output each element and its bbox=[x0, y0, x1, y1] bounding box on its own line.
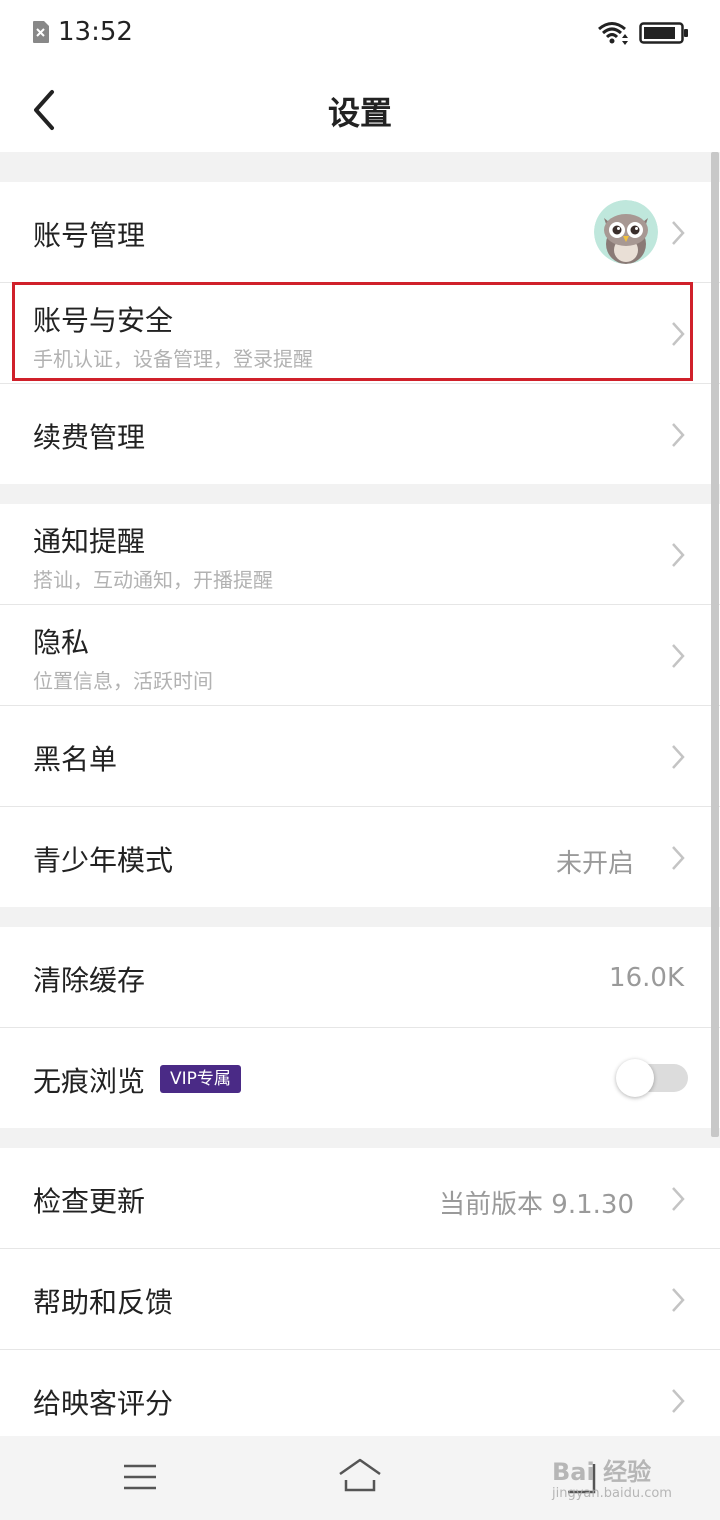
current-version: 当前版本 9.1.30 bbox=[439, 1190, 634, 1220]
chevron-right-icon bbox=[672, 1187, 685, 1211]
toggle-knob bbox=[616, 1059, 654, 1097]
menu-icon[interactable] bbox=[122, 1462, 158, 1492]
account-security-row[interactable]: 账号与安全 手机认证，设备管理，登录提醒 bbox=[0, 283, 720, 384]
battery-icon bbox=[639, 22, 688, 44]
chevron-right-icon bbox=[672, 846, 685, 870]
settings-group-account: 账号管理 账号与安全 手机认证，设备管理，登录提醒 续费管理 bbox=[0, 182, 720, 484]
row-title: 账号与安全 bbox=[33, 304, 174, 337]
settings-group-storage: 清除缓存 16.0K 无痕浏览 VIP专属 bbox=[0, 927, 720, 1128]
row-title: 隐私 bbox=[33, 626, 90, 659]
row-title: 青少年模式 bbox=[33, 844, 174, 877]
privacy-row[interactable]: 隐私 位置信息，活跃时间 bbox=[0, 605, 720, 706]
rate-app-row[interactable]: 给映客评分 bbox=[0, 1350, 720, 1436]
chevron-right-icon bbox=[672, 543, 685, 567]
scrollbar[interactable] bbox=[711, 152, 719, 1137]
chevron-right-icon bbox=[672, 745, 685, 769]
row-title: 清除缓存 bbox=[33, 964, 146, 997]
row-subtitle: 搭讪，互动通知，开播提醒 bbox=[33, 568, 273, 592]
row-title: 帮助和反馈 bbox=[33, 1286, 174, 1319]
chevron-right-icon bbox=[672, 423, 685, 447]
page-title: 设置 bbox=[327, 94, 392, 132]
chevron-right-icon bbox=[672, 221, 685, 245]
incognito-browsing-row: 无痕浏览 VIP专属 bbox=[0, 1028, 720, 1128]
chevron-right-icon bbox=[672, 322, 685, 346]
teen-mode-status: 未开启 bbox=[555, 849, 634, 879]
row-subtitle: 手机认证，设备管理，登录提醒 bbox=[33, 347, 313, 371]
sim-off-icon bbox=[33, 21, 49, 43]
row-title: 无痕浏览 bbox=[33, 1065, 146, 1098]
settings-group-privacy: 通知提醒 搭讪，互动通知，开播提醒 隐私 位置信息，活跃时间 黑名单 青少年模式… bbox=[0, 504, 720, 907]
watermark: Bai 经验 bbox=[552, 1458, 652, 1486]
renewal-management-row[interactable]: 续费管理 bbox=[0, 384, 720, 484]
chevron-right-icon bbox=[672, 1389, 685, 1413]
teen-mode-row[interactable]: 青少年模式 未开启 bbox=[0, 807, 720, 907]
row-title: 通知提醒 bbox=[33, 525, 146, 558]
row-title: 给映客评分 bbox=[33, 1387, 174, 1420]
navigation-bar: 设置 bbox=[0, 68, 720, 152]
chevron-right-icon bbox=[672, 1288, 685, 1312]
row-title: 账号管理 bbox=[33, 219, 146, 252]
clear-cache-row[interactable]: 清除缓存 16.0K bbox=[0, 927, 720, 1028]
row-title: 续费管理 bbox=[33, 421, 146, 454]
notification-row[interactable]: 通知提醒 搭讪，互动通知，开播提醒 bbox=[0, 504, 720, 605]
status-time: 13:52 bbox=[58, 17, 133, 47]
incognito-toggle[interactable] bbox=[616, 1059, 688, 1097]
wifi-icon bbox=[598, 22, 628, 45]
blacklist-row[interactable]: 黑名单 bbox=[0, 706, 720, 807]
owl-avatar bbox=[594, 200, 658, 264]
row-subtitle: 位置信息，活跃时间 bbox=[33, 669, 213, 693]
home-icon[interactable] bbox=[336, 1456, 384, 1494]
settings-group-about: 检查更新 当前版本 9.1.30 帮助和反馈 给映客评分 bbox=[0, 1148, 720, 1436]
status-bar: 13:52 bbox=[0, 0, 720, 68]
vip-badge: VIP专属 bbox=[160, 1065, 241, 1093]
watermark-url: jingyan.baidu.com bbox=[552, 1486, 672, 1501]
check-update-row[interactable]: 检查更新 当前版本 9.1.30 bbox=[0, 1148, 720, 1249]
row-title: 黑名单 bbox=[33, 743, 118, 776]
help-feedback-row[interactable]: 帮助和反馈 bbox=[0, 1249, 720, 1350]
cache-size: 16.0K bbox=[609, 963, 684, 993]
account-management-row[interactable]: 账号管理 bbox=[0, 182, 720, 283]
row-title: 检查更新 bbox=[33, 1185, 146, 1218]
chevron-right-icon bbox=[672, 644, 685, 668]
